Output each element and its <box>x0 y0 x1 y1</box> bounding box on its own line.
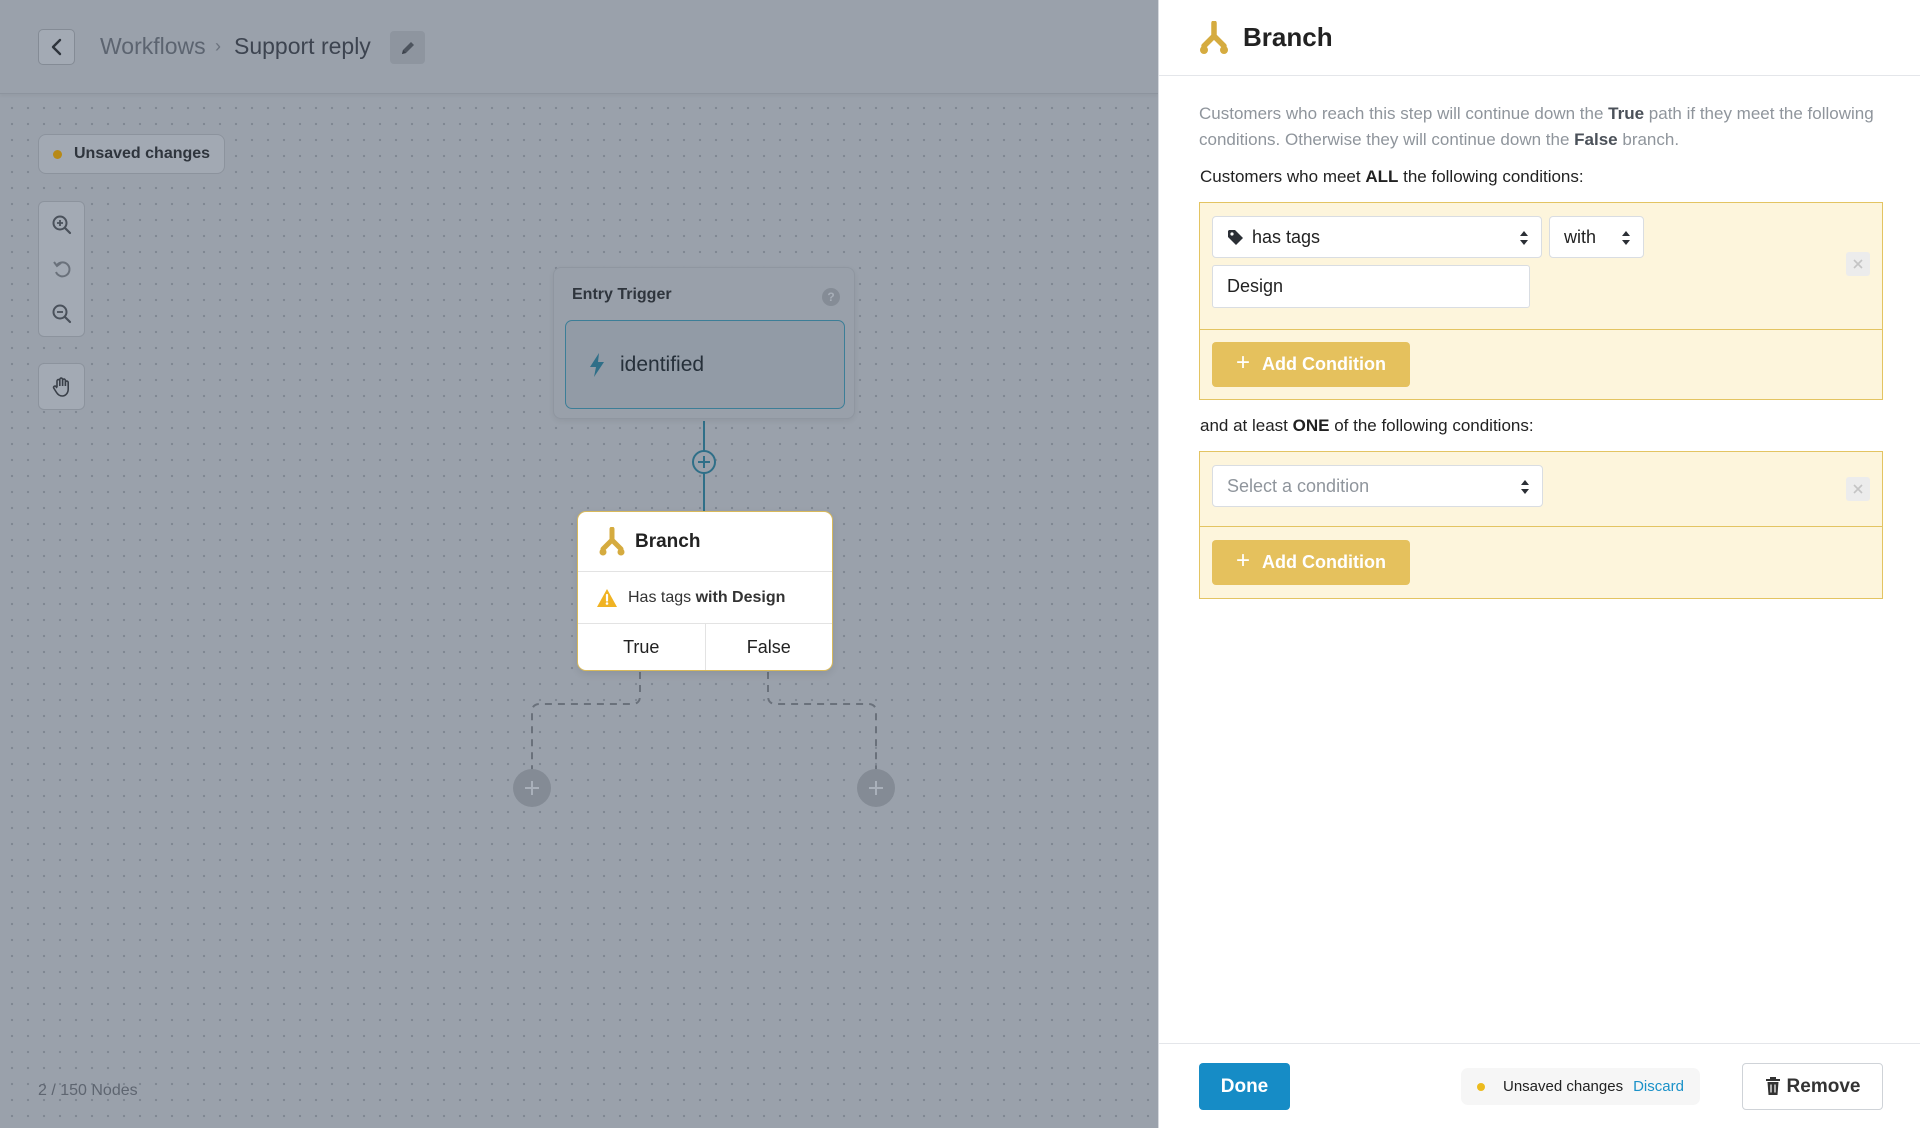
remove-condition-button[interactable] <box>1846 477 1870 501</box>
remove-condition-button[interactable] <box>1846 252 1870 276</box>
add-condition-label: Add Condition <box>1262 354 1386 374</box>
close-icon <box>1853 259 1863 269</box>
done-button[interactable]: Done <box>1199 1063 1290 1110</box>
node-count: 2 / 150 Nodes <box>38 1082 138 1099</box>
footer-unsaved-label: Unsaved changes <box>1503 1078 1624 1095</box>
unsaved-changes-badge: Unsaved changes <box>38 134 226 174</box>
panel-header: Branch <box>1159 0 1920 76</box>
branch-icon <box>599 526 625 555</box>
entry-trigger-title: Entry Trigger <box>572 286 672 303</box>
zoom-toolbar <box>38 201 85 337</box>
edit-name-button[interactable] <box>390 31 425 64</box>
plus-icon <box>525 781 539 795</box>
close-icon <box>1853 484 1863 494</box>
entry-trigger-node[interactable]: Entry Trigger ? identified <box>553 267 855 419</box>
condition-field-select[interactable]: has tags <box>1212 216 1542 258</box>
reset-view-button[interactable] <box>39 247 84 291</box>
trigger-event-box[interactable]: identified <box>565 320 845 409</box>
help-icon[interactable]: ? <box>822 288 840 306</box>
lightning-bolt-icon <box>590 352 604 377</box>
select-arrows-icon <box>1520 231 1528 245</box>
branch-description: Customers who reach this step will conti… <box>1199 101 1879 153</box>
label-text: the following conditions: <box>1398 167 1584 186</box>
workflow-name: Support reply <box>234 33 371 59</box>
select-condition-placeholder: Select a condition <box>1227 475 1370 496</box>
trash-icon <box>1765 1077 1780 1095</box>
true-path[interactable]: True <box>578 624 705 670</box>
description-text: branch. <box>1617 130 1680 149</box>
one-condition-label: and at least ONE of the following condit… <box>1200 416 1534 436</box>
add-condition-label: Add Condition <box>1262 552 1386 572</box>
hand-pan-icon <box>52 376 69 397</box>
label-text: Customers who meet <box>1200 167 1366 186</box>
breadcrumb-separator: › <box>215 36 221 56</box>
plus-icon: + <box>1236 546 1251 574</box>
branch-node-title: Branch <box>635 530 701 552</box>
condition-row: Select a condition <box>1200 452 1882 527</box>
remove-label: Remove <box>1786 1075 1861 1097</box>
one-condition-group: Select a condition + Add Condition <box>1199 451 1883 599</box>
branch-node-header: Branch <box>578 512 832 572</box>
unsaved-changes-label: Unsaved changes <box>74 145 211 162</box>
condition-row: has tags with Design <box>1200 203 1882 330</box>
branch-icon <box>1200 20 1228 54</box>
summary-strong-text: with Design <box>695 588 786 606</box>
trigger-event-label: identified <box>620 352 705 376</box>
warning-icon <box>597 588 617 607</box>
plus-icon: + <box>1236 348 1251 376</box>
tag-icon <box>1228 229 1243 245</box>
branch-node[interactable]: Branch Has tags with Design True False <box>577 511 833 671</box>
description-false: False <box>1574 130 1618 149</box>
workflow-canvas[interactable]: Workflows › Support reply Unsaved change… <box>0 0 1158 1128</box>
description-text: Customers who reach this step will conti… <box>1199 104 1609 123</box>
condition-field-value: has tags <box>1252 226 1321 247</box>
label-text: of the following conditions: <box>1329 416 1534 435</box>
top-bar: Workflows › Support reply <box>0 0 1158 94</box>
add-step-true-button[interactable] <box>513 769 551 807</box>
zoom-in-button[interactable] <box>39 203 84 247</box>
add-condition-all-button[interactable]: + Add Condition <box>1212 342 1410 387</box>
add-step-false-button[interactable] <box>857 769 895 807</box>
zoom-out-icon <box>52 304 71 324</box>
select-arrows-icon <box>1622 231 1630 245</box>
condition-operator-select[interactable]: with <box>1549 216 1644 258</box>
pan-tool-button[interactable] <box>38 363 85 410</box>
add-condition-one-button[interactable]: + Add Condition <box>1212 540 1410 585</box>
breadcrumb-workflows-link[interactable]: Workflows <box>100 33 206 60</box>
reset-view-icon <box>52 261 70 278</box>
remove-button[interactable]: Remove <box>1742 1063 1883 1110</box>
footer-unsaved-indicator: Unsaved changes Discard <box>1461 1068 1700 1105</box>
panel-footer: Done Unsaved changes Discard Remove <box>1159 1043 1920 1128</box>
branch-paths: True False <box>578 624 833 670</box>
branch-condition-summary: Has tags with Design <box>578 572 832 624</box>
label-strong: ALL <box>1365 167 1399 186</box>
panel-title: Branch <box>1243 22 1333 52</box>
false-path[interactable]: False <box>704 624 833 670</box>
unsaved-dot <box>53 149 62 159</box>
chevron-left-icon <box>51 38 61 56</box>
zoom-in-icon <box>52 215 71 235</box>
plus-icon <box>869 781 883 795</box>
label-strong: ONE <box>1292 416 1330 435</box>
branch-settings-panel: Branch Customers who reach this step wil… <box>1158 0 1920 1128</box>
condition-operator-value: with <box>1564 226 1597 247</box>
all-conditions-group: has tags with Design + Add Condition <box>1199 202 1883 400</box>
description-true: True <box>1608 104 1645 123</box>
zoom-out-button[interactable] <box>39 292 84 336</box>
all-conditions-label: Customers who meet ALL the following con… <box>1200 167 1584 187</box>
select-condition-dropdown[interactable]: Select a condition <box>1212 465 1543 507</box>
label-text: and at least <box>1200 416 1293 435</box>
unsaved-dot <box>1477 1082 1485 1091</box>
discard-link[interactable]: Discard <box>1633 1078 1684 1095</box>
back-button[interactable] <box>38 29 75 65</box>
select-arrows-icon <box>1521 480 1529 494</box>
condition-value-input[interactable]: Design <box>1212 265 1530 308</box>
pencil-icon <box>401 41 414 54</box>
summary-text: Has tags <box>628 588 692 606</box>
